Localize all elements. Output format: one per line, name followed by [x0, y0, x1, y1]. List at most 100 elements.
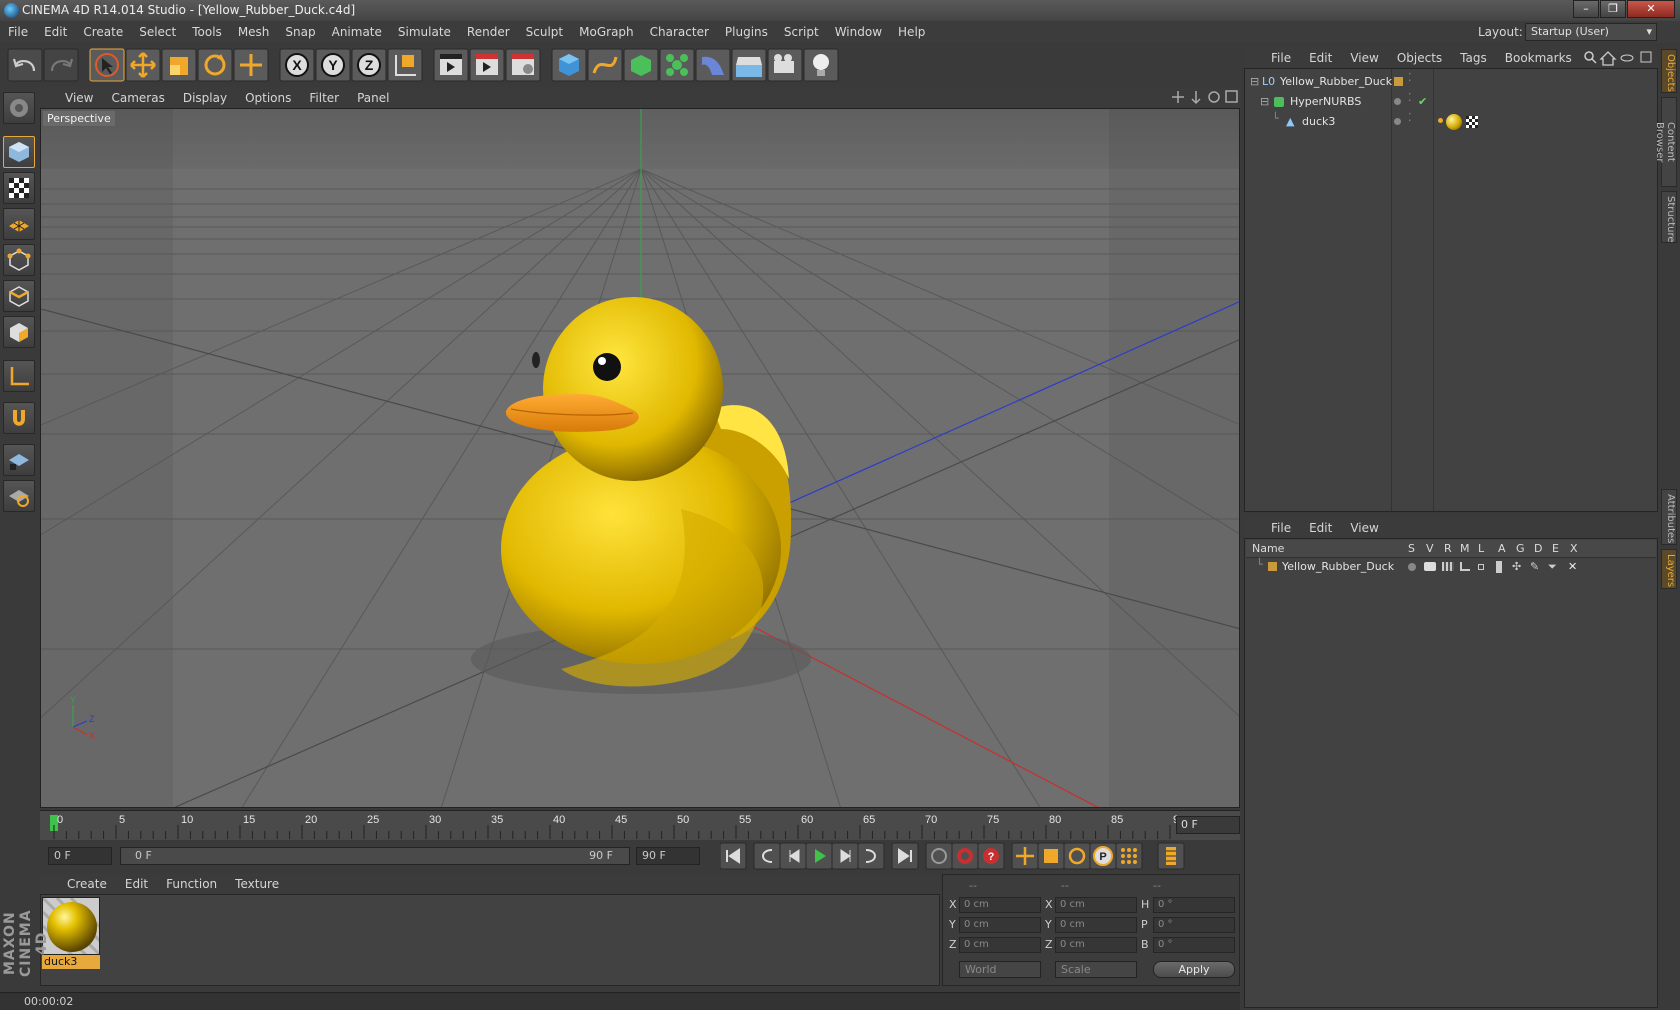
coord-size-z-field[interactable]: 0 cm: [1055, 937, 1137, 953]
min-frame-field[interactable]: 0 F: [48, 847, 112, 865]
menu-help[interactable]: Help: [890, 21, 933, 43]
layout-select[interactable]: Startup (User) ▾: [1525, 23, 1657, 41]
menu-plugins[interactable]: Plugins: [717, 21, 776, 43]
viewport-rotate-icon[interactable]: [1208, 91, 1220, 103]
layer-menu-view[interactable]: View: [1341, 521, 1387, 535]
layer-generators-icon[interactable]: ✣: [1512, 558, 1521, 576]
material-menu-edit[interactable]: Edit: [116, 877, 157, 891]
camera-button[interactable]: [767, 48, 803, 82]
phong-tag-icon[interactable]: [1438, 118, 1443, 123]
maximize-button[interactable]: ❐: [1600, 0, 1626, 18]
layer-animation-icon[interactable]: [1496, 561, 1502, 573]
coord-rot-p-field[interactable]: 0 °: [1153, 917, 1235, 933]
transform-tool-button[interactable]: [233, 48, 269, 82]
close-button[interactable]: ✕: [1627, 0, 1675, 18]
menu-file[interactable]: File: [0, 21, 36, 43]
viewport-menu-options[interactable]: Options: [236, 91, 300, 105]
visibility-dots-icon[interactable]: ⁚: [1408, 68, 1412, 88]
material-name-label[interactable]: duck3: [42, 955, 100, 969]
coord-size-x-field[interactable]: 0 cm: [1055, 897, 1137, 913]
make-editable-button[interactable]: [3, 92, 35, 124]
material-menu-create[interactable]: Create: [58, 877, 116, 891]
layer-col-render[interactable]: R: [1444, 540, 1452, 558]
layer-row-yellow-rubber-duck[interactable]: └ Yellow_Rubber_Duck ✣ ✎ ⏷ ✕: [1246, 558, 1656, 576]
key-parameter-button[interactable]: P: [1089, 842, 1117, 870]
goto-previous-frame-button[interactable]: [779, 842, 807, 870]
side-tab-content-browser[interactable]: Content Browser: [1654, 97, 1677, 187]
object-menu-edit[interactable]: Edit: [1300, 51, 1341, 65]
scale-tool-button[interactable]: [161, 48, 197, 82]
planar-workplane-button[interactable]: [3, 480, 35, 512]
menu-sculpt[interactable]: Sculpt: [518, 21, 571, 43]
points-mode-button[interactable]: [3, 244, 35, 276]
layer-expressions-icon[interactable]: ⏷: [1548, 558, 1557, 576]
rotate-tool-button[interactable]: [197, 48, 233, 82]
goto-next-frame-button[interactable]: [831, 842, 859, 870]
uvw-tag-icon[interactable]: [1466, 116, 1478, 128]
visibility-dots-icon[interactable]: ⁚: [1408, 108, 1412, 128]
collapse-icon[interactable]: ⊟: [1250, 72, 1259, 92]
viewport-maximize-icon[interactable]: [1225, 90, 1238, 103]
menu-simulate[interactable]: Simulate: [390, 21, 459, 43]
menu-mograph[interactable]: MoGraph: [571, 21, 642, 43]
side-tab-attributes[interactable]: Attributes: [1661, 489, 1677, 545]
layer-manager-icon[interactable]: [1460, 562, 1470, 571]
viewport-menu-filter[interactable]: Filter: [300, 91, 348, 105]
menu-select[interactable]: Select: [131, 21, 184, 43]
eye-filter-icon[interactable]: [1620, 54, 1634, 62]
home-icon[interactable]: [1599, 51, 1617, 66]
side-tab-layers[interactable]: Layers: [1661, 549, 1677, 589]
render-picture-viewer-button[interactable]: [469, 48, 505, 82]
polygons-mode-button[interactable]: [3, 316, 35, 348]
cube-object-button[interactable]: [551, 48, 587, 82]
layer-col-animation[interactable]: A: [1498, 540, 1506, 558]
coord-pos-z-field[interactable]: 0 cm: [959, 937, 1041, 953]
layer-col-xref[interactable]: X: [1570, 540, 1578, 558]
material-menu-texture[interactable]: Texture: [226, 877, 288, 891]
layer-lock-icon[interactable]: [1478, 564, 1484, 570]
viewport-pan-icon[interactable]: [1172, 91, 1184, 103]
snapping-button[interactable]: [3, 402, 35, 434]
mograph-cloner-button[interactable]: [659, 48, 695, 82]
enabled-check-icon[interactable]: ✔: [1418, 92, 1427, 112]
coord-rot-h-field[interactable]: 0 °: [1153, 897, 1235, 913]
key-scale-button[interactable]: [1037, 842, 1065, 870]
nurbs-button[interactable]: [623, 48, 659, 82]
preview-range-slider[interactable]: 0 F 90 F: [120, 847, 630, 865]
layer-color-swatch[interactable]: [1268, 562, 1277, 571]
object-menu-view[interactable]: View: [1341, 51, 1387, 65]
play-button[interactable]: [805, 842, 833, 870]
material-menu-function[interactable]: Function: [157, 877, 226, 891]
viewport-menu-display[interactable]: Display: [174, 91, 236, 105]
coordinate-system-button[interactable]: [387, 48, 423, 82]
object-menu-objects[interactable]: Objects: [1388, 51, 1451, 65]
locked-workplane-button[interactable]: [3, 444, 35, 476]
object-row-hypernurbs[interactable]: ⊟ HyperNURBS ⁚ ✔: [1246, 91, 1656, 112]
menu-tools[interactable]: Tools: [184, 21, 230, 43]
light-button[interactable]: [803, 48, 839, 82]
keyframe-selection-button[interactable]: ?: [977, 842, 1005, 870]
minimize-button[interactable]: –: [1573, 0, 1599, 18]
enable-axis-button[interactable]: [3, 360, 35, 392]
side-tab-objects[interactable]: Objects: [1661, 49, 1677, 93]
timeline-ruler[interactable]: 051015202530354045505560657075808590: [40, 810, 1240, 840]
new-window-icon[interactable]: [1640, 51, 1652, 63]
autokeying-button[interactable]: [951, 842, 979, 870]
redo-button[interactable]: [43, 48, 79, 82]
object-menu-tags[interactable]: Tags: [1451, 51, 1496, 65]
z-axis-lock-button[interactable]: Z: [351, 48, 387, 82]
collapse-icon[interactable]: ⊟: [1260, 92, 1269, 112]
goto-next-key-button[interactable]: [857, 842, 885, 870]
scene-floor-button[interactable]: [731, 48, 767, 82]
object-row-yellow-rubber-duck[interactable]: ⊟ L0 Yellow_Rubber_Duck ⁚: [1246, 71, 1656, 92]
viewport-menu-view[interactable]: View: [56, 91, 102, 105]
layer-view-icon[interactable]: [1424, 562, 1436, 571]
layer-col-deformers[interactable]: D: [1534, 540, 1542, 558]
visibility-dot-icon[interactable]: [1394, 118, 1401, 125]
max-frame-field[interactable]: 90 F: [636, 847, 700, 865]
layer-col-locked[interactable]: L: [1478, 540, 1484, 558]
model-mode-button[interactable]: [3, 136, 35, 168]
layer-menu-file[interactable]: File: [1262, 521, 1300, 535]
coord-size-y-field[interactable]: 0 cm: [1055, 917, 1137, 933]
render-view-button[interactable]: [433, 48, 469, 82]
